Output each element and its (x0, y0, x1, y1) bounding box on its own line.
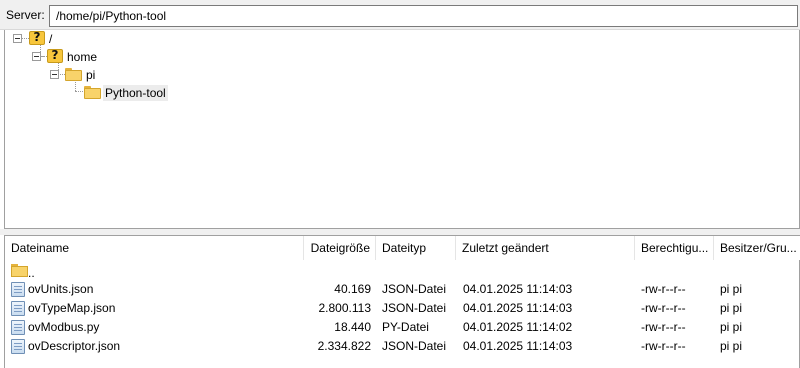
collapse-icon[interactable] (13, 34, 22, 43)
file-type: JSON-Datei (382, 339, 447, 353)
file-list-header: Dateiname Dateigröße Dateityp Zuletzt ge… (5, 236, 800, 260)
folder-icon (84, 86, 101, 99)
folder-icon (11, 264, 28, 277)
file-type: JSON-Datei (382, 301, 447, 315)
tree-node-label: pi (86, 68, 96, 82)
table-row[interactable]: ovUnits.json 40.169 JSON-Datei 04.01.202… (5, 280, 800, 299)
file-modified: 04.01.2025 11:14:03 (463, 301, 573, 315)
column-header-type[interactable]: Dateityp (376, 236, 456, 260)
file-permissions: -rw-r--r-- (641, 320, 686, 334)
file-icon (11, 320, 25, 335)
tree-node-label: / (49, 32, 53, 46)
file-size: 18.440 (334, 320, 371, 334)
tree-node-label: home (67, 50, 98, 64)
file-modified: 04.01.2025 11:14:02 (463, 320, 573, 334)
tree-node-label: Python-tool (103, 85, 168, 101)
tree-node-root[interactable]: ? / (5, 30, 105, 48)
file-permissions: -rw-r--r-- (641, 301, 686, 315)
file-type: JSON-Datei (382, 282, 447, 296)
folder-icon (65, 68, 82, 81)
file-modified: 04.01.2025 11:14:03 (463, 339, 573, 353)
file-icon (11, 282, 25, 297)
file-icon (11, 301, 25, 316)
file-list: Dateiname Dateigröße Dateityp Zuletzt ge… (4, 235, 800, 368)
file-name: ovDescriptor.json (28, 339, 121, 353)
column-header-modified[interactable]: Zuletzt geändert (456, 236, 635, 260)
file-size: 40.169 (334, 282, 371, 296)
file-owner: pi pi (720, 301, 743, 315)
file-permissions: -rw-r--r-- (641, 282, 686, 296)
file-size: 2.334.822 (317, 339, 371, 353)
table-row[interactable]: ovDescriptor.json 2.334.822 JSON-Datei 0… (5, 337, 800, 356)
directory-tree: ? / ? home pi Python-tool (4, 30, 800, 229)
collapse-icon[interactable] (50, 70, 59, 79)
file-icon (11, 339, 25, 354)
table-row[interactable]: ovModbus.py 18.440 PY-Datei 04.01.2025 1… (5, 318, 800, 337)
file-name: ovTypeMap.json (28, 301, 116, 315)
server-path-field[interactable] (49, 5, 798, 27)
file-owner: pi pi (720, 282, 743, 296)
column-header-owner[interactable]: Besitzer/Gru... (714, 236, 800, 260)
server-path-bar: Server: (0, 0, 800, 30)
file-owner: pi pi (720, 339, 743, 353)
server-label: Server: (6, 8, 45, 22)
file-type: PY-Datei (382, 320, 429, 334)
column-header-permissions[interactable]: Berechtigu... (635, 236, 714, 260)
column-header-size[interactable]: Dateigröße (304, 236, 376, 260)
tree-node-home[interactable]: ? home (5, 48, 145, 66)
file-permissions: -rw-r--r-- (641, 339, 686, 353)
list-item-parent[interactable]: .. (5, 261, 800, 280)
tree-node-python-tool[interactable]: Python-tool (5, 84, 205, 102)
file-size: 2.800.113 (318, 301, 372, 315)
collapse-icon[interactable] (32, 52, 41, 61)
file-modified: 04.01.2025 11:14:03 (463, 282, 573, 296)
tree-node-pi[interactable]: pi (5, 66, 145, 84)
server-path-input[interactable] (50, 6, 797, 26)
file-name: ovUnits.json (28, 282, 94, 296)
column-header-name[interactable]: Dateiname (5, 236, 304, 260)
file-name: ovModbus.py (28, 320, 100, 334)
question-icon: ? (29, 30, 45, 45)
question-icon: ? (47, 48, 63, 63)
file-owner: pi pi (720, 320, 743, 334)
table-row[interactable]: ovTypeMap.json 2.800.113 JSON-Datei 04.0… (5, 299, 800, 318)
